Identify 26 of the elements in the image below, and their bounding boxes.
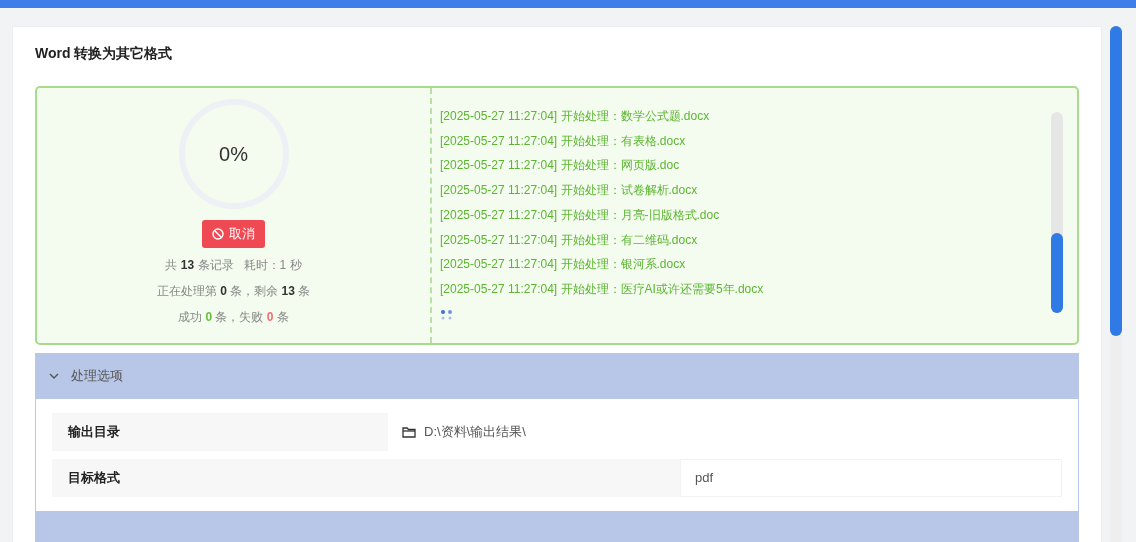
log-line: [2025-05-27 11:27:04] 开始处理：月亮-旧版格式.doc: [440, 206, 721, 224]
page-scrollbar[interactable]: [1110, 26, 1122, 542]
ban-icon: [212, 227, 224, 240]
log-line: [2025-05-27 11:27:04] 开始处理：试卷解析.docx: [440, 182, 699, 200]
log-line: [2025-05-27 11:27:04] 开始处理：数学公式题.docx: [440, 108, 711, 125]
option-value: D:\资料\输出结果\: [388, 413, 1062, 451]
stats-text: 共 13 条记录 耗时：1 秒: [165, 256, 302, 274]
option-value: pdf: [680, 459, 1062, 497]
stats-text: 正在处理第 0 条，剩余 13 条: [156, 282, 311, 300]
accordion-header[interactable]: 处理选项: [35, 353, 1079, 398]
progress-percent: 0%: [219, 142, 248, 167]
log-line: [2025-05-27 11:27:04] 开始处理：网页版.doc: [440, 157, 681, 175]
stats-text: 成功 0 条，失败 0 条: [178, 308, 289, 326]
option-label: 输出目录: [52, 413, 388, 451]
loading-icon: [440, 309, 454, 322]
log-line: [2025-05-27 11:27:04] 开始处理：有表格.docx: [440, 132, 687, 150]
folder-icon: [402, 426, 416, 438]
log-line: [2025-05-27 11:27:04] 开始处理：医疗AI或许还需要5年.docx: [440, 280, 765, 298]
chevron-icon: [49, 371, 59, 380]
log-line: [2025-05-27 11:27:04] 开始处理：银河系.docx: [440, 256, 687, 274]
log-scrollbar[interactable]: [1051, 112, 1063, 313]
log-line: [2025-05-27 11:27:04] 开始处理：有二维码.docx: [440, 231, 699, 249]
page-title: Word 转换为其它格式: [35, 44, 174, 63]
accordion-title: 处理选项: [71, 366, 123, 385]
option-label: 目标格式: [52, 459, 680, 497]
cancel-button[interactable]: 取消: [202, 220, 265, 248]
